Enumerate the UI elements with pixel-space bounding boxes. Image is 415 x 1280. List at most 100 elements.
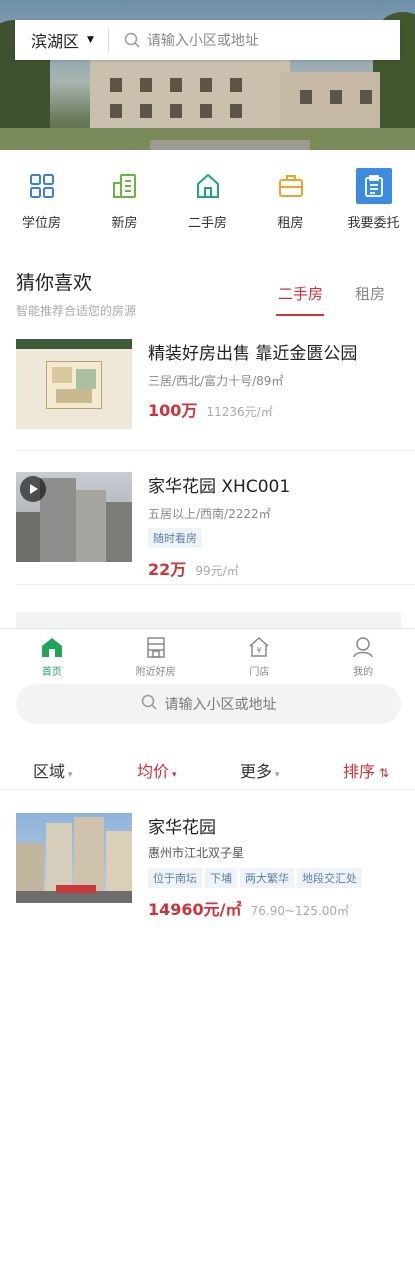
quick-nav-label: 新房 xyxy=(111,216,138,231)
listing-unit-price: 11236元/㎡ xyxy=(206,405,273,419)
banner-window xyxy=(360,90,372,104)
divider xyxy=(16,450,415,451)
filter-label: 更多 xyxy=(240,762,273,781)
community-name: 家华花园 xyxy=(148,818,216,838)
loading-placeholder xyxy=(16,612,401,628)
quick-nav: 学位房 新房 二手房 租房 我要委托 xyxy=(0,168,415,238)
banner-window xyxy=(230,104,242,118)
nav-store[interactable]: ¥ 门店 xyxy=(219,629,299,680)
filter-label: 排序 xyxy=(343,762,376,781)
listing-card[interactable]: 家华花园 XHC001 五居以上/西南/2222㎡ 随时看房 22万 99元/㎡ xyxy=(16,472,401,579)
listing-unit-price: 99元/㎡ xyxy=(195,564,239,578)
filter-sort[interactable]: 排序 ⇅ xyxy=(343,758,389,782)
banner-window xyxy=(110,78,122,92)
filter-label: 均价 xyxy=(137,762,170,781)
clipboard-icon xyxy=(355,168,392,204)
quick-nav-second-hand[interactable]: 二手房 xyxy=(169,168,247,238)
banner-window xyxy=(140,104,152,118)
bottom-nav: 首页 附近好房 ¥ 门店 我的 xyxy=(0,628,415,680)
community-tag: 下埔 xyxy=(205,868,237,888)
nav-profile[interactable]: 我的 xyxy=(323,629,403,680)
tab-second-hand[interactable]: 二手房 xyxy=(278,283,323,304)
district-label: 滨湖区 xyxy=(31,32,80,51)
search-icon xyxy=(141,694,157,714)
home-icon xyxy=(39,635,65,659)
district-selector[interactable]: 滨湖区 ▼ xyxy=(15,28,109,52)
filter-area[interactable]: 区域 ▾ xyxy=(33,758,73,782)
search-input[interactable]: 请输入小区或地址 xyxy=(165,694,277,714)
filter-more[interactable]: 更多 ▾ xyxy=(240,758,280,782)
banner-window xyxy=(200,104,212,118)
quick-nav-entrust[interactable]: 我要委托 xyxy=(335,168,413,238)
recommend-header: 猜你喜欢 xyxy=(16,268,92,295)
caret-down-icon: ▾ xyxy=(68,770,73,780)
filter-label: 区域 xyxy=(33,762,66,781)
community-image xyxy=(16,813,132,903)
banner-window xyxy=(170,104,182,118)
listing-price: 100万 xyxy=(148,401,198,420)
tab-rent[interactable]: 租房 xyxy=(355,283,385,304)
banner-window xyxy=(300,90,312,104)
recommend-title: 猜你喜欢 xyxy=(16,272,93,294)
quick-nav-label: 学位房 xyxy=(21,216,61,231)
nav-label: 我的 xyxy=(353,667,374,678)
community-tag: 两大繁华 xyxy=(240,868,294,888)
community-address: 惠州市江北双子星 xyxy=(148,846,245,860)
listing-video-thumbnail xyxy=(16,472,132,562)
banner-window xyxy=(230,78,242,92)
community-tag: 位于南坛 xyxy=(148,868,202,888)
quick-nav-rent[interactable]: 租房 xyxy=(252,168,330,238)
community-area-range: 76.90~125.00㎡ xyxy=(250,904,350,918)
community-price: 14960元/㎡ xyxy=(148,900,242,919)
community-tag: 地段交汇处 xyxy=(297,868,362,888)
banner-window xyxy=(170,78,182,92)
recommend-tabs: 二手房 租房 xyxy=(270,283,400,317)
grid-icon xyxy=(24,168,60,204)
listing-title: 家华花园 XHC001 xyxy=(148,477,291,497)
caret-down-icon: ▾ xyxy=(275,770,280,780)
listing-title: 精装好房出售 靠近金匮公园 xyxy=(148,344,358,364)
divider xyxy=(16,584,415,585)
listing-tag: 随时看房 xyxy=(148,528,202,548)
nav-label: 首页 xyxy=(41,667,62,678)
quick-nav-new-house[interactable]: 新房 xyxy=(86,168,164,238)
sort-icon: ⇅ xyxy=(379,766,390,780)
store-icon: ¥ xyxy=(246,635,272,659)
house-icon xyxy=(190,168,226,204)
nearby-building-icon xyxy=(143,635,169,659)
banner-building xyxy=(90,58,290,138)
banner-window xyxy=(330,90,342,104)
banner-building xyxy=(280,72,380,136)
building-icon xyxy=(107,168,143,204)
play-icon[interactable] xyxy=(20,476,46,502)
quick-nav-label: 我要委托 xyxy=(347,216,400,231)
community-tags: 位于南坛 下埔 两大繁华 地段交汇处 xyxy=(148,867,401,888)
caret-down-icon: ▾ xyxy=(172,770,177,780)
user-icon xyxy=(350,635,376,659)
search-icon xyxy=(117,30,147,50)
filter-bar: 区域 ▾ 均价 ▾ 更多 ▾ 排序 ⇅ xyxy=(0,750,415,790)
listing-card[interactable]: 精装好房出售 靠近金匮公园 三居/西北/富力十号/89㎡ 100万 11236元… xyxy=(16,339,401,435)
listing-meta: 三居/西北/富力十号/89㎡ xyxy=(148,374,284,388)
suitcase-icon xyxy=(273,168,309,204)
nav-label: 附近好房 xyxy=(135,667,176,678)
nav-label: 门店 xyxy=(249,667,270,678)
banner-path xyxy=(150,140,310,150)
listing-floorplan-image xyxy=(16,339,132,429)
top-search-bar: 滨湖区 ▼ 请输入小区或地址 xyxy=(15,20,400,60)
filter-avg-price[interactable]: 均价 ▾ xyxy=(137,758,177,782)
banner-window xyxy=(200,78,212,92)
nav-home[interactable]: 首页 xyxy=(12,629,92,680)
recommend-subtitle: 智能推荐合适您的房源 xyxy=(16,304,137,318)
active-tab-indicator xyxy=(276,314,324,316)
community-search-bar[interactable]: 请输入小区或地址 xyxy=(16,684,401,724)
quick-nav-label: 租房 xyxy=(277,216,304,231)
community-card[interactable]: 家华花园 惠州市江北双子星 位于南坛 下埔 两大繁华 地段交汇处 14960元/㎡ 7… xyxy=(16,813,401,919)
caret-down-icon: ▼ xyxy=(87,35,94,45)
listing-meta: 五居以上/西南/2222㎡ xyxy=(148,507,271,521)
listing-price: 22万 xyxy=(148,560,187,579)
quick-nav-school-house[interactable]: 学位房 xyxy=(3,168,81,238)
search-input[interactable]: 请输入小区或地址 xyxy=(147,30,259,50)
quick-nav-label: 二手房 xyxy=(187,216,227,231)
nav-nearby[interactable]: 附近好房 xyxy=(116,629,196,680)
